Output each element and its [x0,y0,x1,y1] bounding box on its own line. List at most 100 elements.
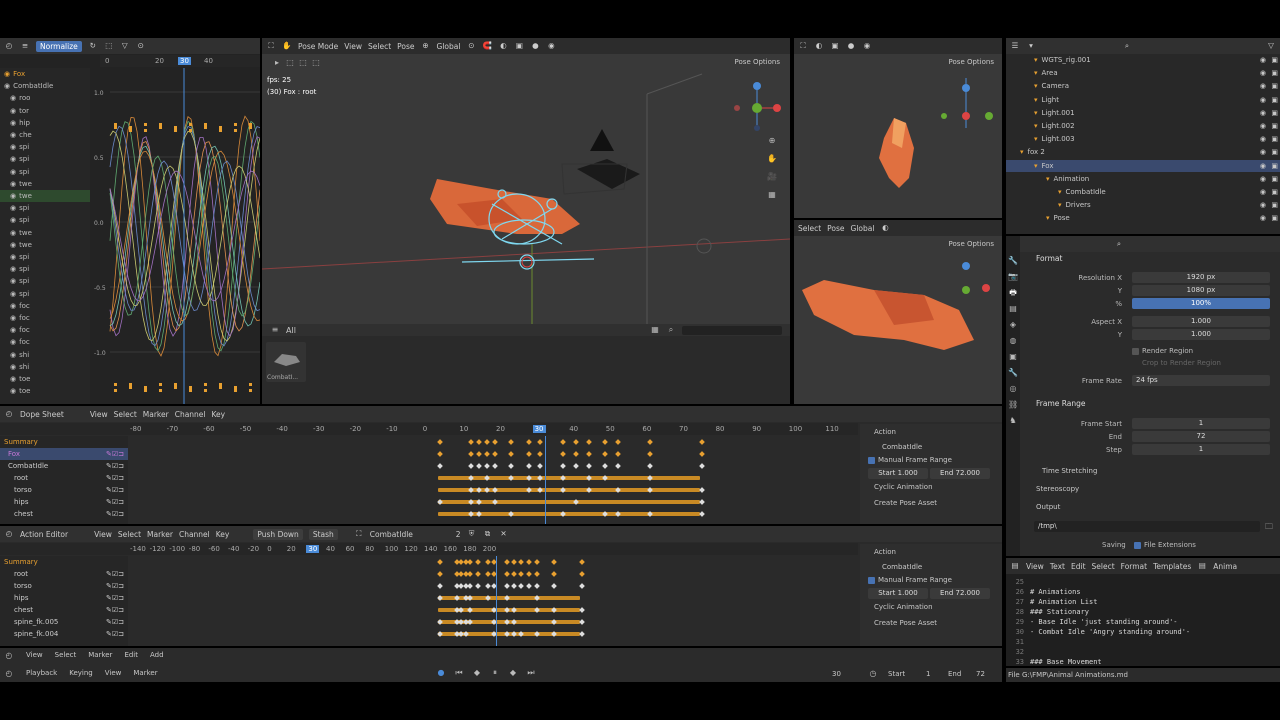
search-icon[interactable]: ⌕ [1114,239,1124,249]
graph-keyframe[interactable] [249,389,252,392]
graph-keyframe[interactable] [159,126,162,129]
keyframe[interactable] [437,583,443,589]
keyframe[interactable] [467,571,473,577]
editor-type-icon[interactable]: ◴ [4,651,14,661]
graph-channel[interactable]: ◉ roo [0,92,90,104]
keying-menu[interactable]: Keying [69,669,93,679]
graph-keyframe[interactable] [129,129,132,132]
file-extensions-checkbox[interactable]: File Extensions [1134,541,1196,549]
graph-channel[interactable]: ◉ spi [0,288,90,300]
channel-row[interactable]: root ✎☑⊐ [0,568,128,580]
eye-icon[interactable]: ◉ [10,119,16,127]
res-x-field[interactable]: 1920 px [1132,272,1270,283]
channel-row[interactable]: torso ✎☑⊐ [0,484,128,496]
channel-lock-icon[interactable]: ✎☑⊐ [106,496,124,508]
keyframe[interactable] [615,439,621,445]
graph-keyframe[interactable] [189,386,192,389]
eye-icon[interactable]: ◉ [10,375,16,383]
keyframe[interactable] [579,619,585,625]
manual-frame-range-checkbox[interactable]: Manual Frame Range [860,454,1002,466]
tool-tab-icon[interactable]: 🔧 [1008,256,1018,266]
scene-tab-icon[interactable]: ◈ [1008,320,1018,330]
visibility-eye-icon[interactable]: ◉ [1260,107,1266,119]
keyframe[interactable] [579,559,585,565]
channel-row[interactable]: root ✎☑⊐ [0,472,128,484]
shading-material-icon[interactable]: ◉ [546,41,556,51]
outliner-item[interactable]: ▾ Area ◉ ▣ [1006,67,1280,79]
dope-menu-key[interactable]: Key [212,410,226,419]
eye-icon[interactable]: ◉ [10,180,16,188]
keyframe[interactable] [469,439,475,445]
eye-icon[interactable]: ◉ [10,314,16,322]
orientation-selector[interactable]: Global [437,42,461,51]
graph-channel[interactable]: ◉ spi [0,202,90,214]
dope-menu-marker[interactable]: Marker [143,410,169,419]
keyframe[interactable] [437,559,443,565]
outliner-item[interactable]: ▾ Light.001 ◉ ▣ [1006,107,1280,119]
keyframe[interactable] [586,439,592,445]
timeline-menu-marker[interactable]: Marker [88,651,112,661]
text-line[interactable]: 33 ### Base Movement [1006,656,1280,666]
keyframe[interactable] [699,511,705,517]
keyframe[interactable] [484,463,490,469]
action-name[interactable]: CombatIdle [860,440,1002,454]
render-camera-icon[interactable]: ▣ [1271,173,1278,185]
shading-solid-icon[interactable]: ● [530,41,540,51]
graph-channel[interactable]: ◉ foc [0,300,90,312]
graph-channel[interactable]: ◉ spi [0,166,90,178]
graph-keyframe[interactable] [189,389,192,392]
record-icon[interactable]: ● [436,668,446,678]
keyframe[interactable] [526,463,532,469]
keyframe[interactable] [560,451,566,457]
graph-keyframe[interactable] [219,129,222,132]
graph-channel[interactable]: ◉ shi [0,349,90,361]
graph-keyframe[interactable] [129,383,132,386]
data-tab-icon[interactable]: ♞ [1008,416,1018,426]
visibility-eye-icon[interactable]: ◉ [1260,212,1266,224]
editor-type-icon[interactable]: ◴ [4,41,14,51]
asset-filter-all[interactable]: All [286,326,296,335]
eye-icon[interactable]: ◉ [10,94,16,102]
eye-icon[interactable]: ◉ [10,302,16,310]
keyframe[interactable] [475,559,481,565]
keyframe[interactable] [467,559,473,565]
fox-front-view[interactable] [794,68,1002,218]
eye-icon[interactable]: ◉ [10,131,16,139]
shading-material-icon[interactable]: ◉ [862,41,872,51]
dope-menu-view[interactable]: View [90,410,108,419]
graph-channel[interactable]: ◉ foc [0,324,90,336]
keyframe[interactable] [518,571,524,577]
graph-keyframe[interactable] [234,386,237,389]
menu-icon[interactable]: ≡ [270,325,280,335]
action-menu-view[interactable]: View [94,530,112,539]
graph-keyframe[interactable] [129,126,132,129]
outliner-item[interactable]: ▾ fox 2 ◉ ▣ [1006,146,1280,158]
keyframe[interactable] [537,439,543,445]
channel-row[interactable]: CombatIdle ✎☑⊐ [0,460,128,472]
cyclic-animation-checkbox[interactable]: Cyclic Animation [860,601,1002,613]
channel-lock-icon[interactable]: ✎☑⊐ [106,460,124,472]
fake-user-shield-icon[interactable]: ⛨ [467,529,477,539]
graph-channel[interactable]: ◉ foc [0,312,90,324]
visibility-eye-icon[interactable]: ◉ [1260,199,1266,211]
playback-menu[interactable]: Playback [26,669,57,679]
action-menu-key[interactable]: Key [216,530,230,539]
keyframe[interactable] [602,439,608,445]
keyframe[interactable] [484,451,490,457]
zoom-icon[interactable]: ⊕ [767,136,777,146]
keyframe[interactable] [537,451,543,457]
res-pct-field[interactable]: 100% [1132,298,1270,309]
jump-end-icon[interactable]: ⏭ [526,668,536,678]
timeline-menu-edit[interactable]: Edit [124,651,138,661]
text-menu-select[interactable]: Select [1092,562,1115,571]
push-down-button[interactable]: Push Down [253,529,302,540]
channel-row[interactable]: chest ✎☑⊐ [0,604,128,616]
overlay-icon[interactable]: ◐ [814,41,824,51]
graph-channel[interactable]: ◉ che [0,129,90,141]
action-start-field[interactable]: Start 1.000 [868,468,928,479]
keyframe[interactable] [475,583,481,589]
render-camera-icon[interactable]: ▣ [1271,133,1278,145]
outliner-item[interactable]: ▾ Fox ◉ ▣ [1006,160,1280,172]
keyframe[interactable] [492,439,498,445]
render-camera-icon[interactable]: ▣ [1271,212,1278,224]
